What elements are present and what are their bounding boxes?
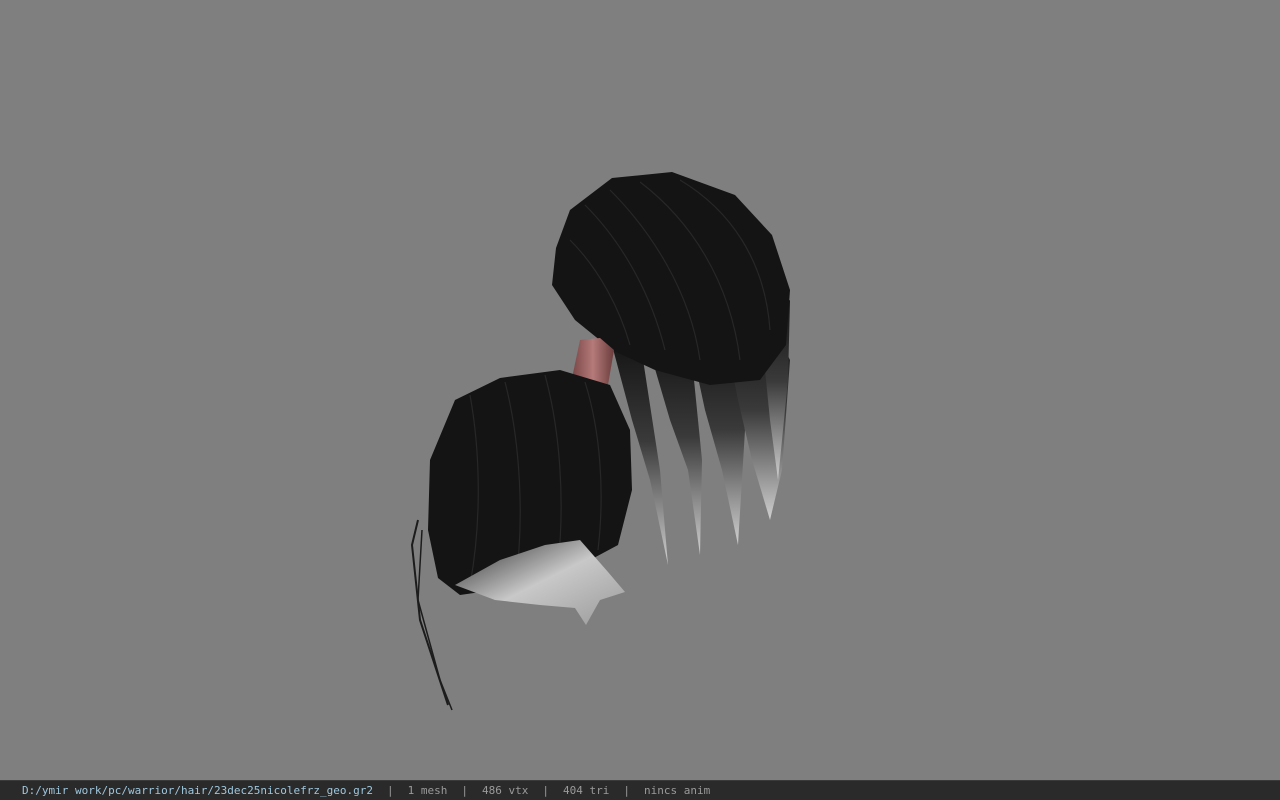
triangle-count: 404 tri xyxy=(562,783,610,797)
status-bar: D:/ymir work/pc/warrior/hair/23dec25nico… xyxy=(0,780,1280,800)
animation-status: nincs anim xyxy=(643,783,711,797)
separator: | xyxy=(387,783,394,797)
3d-viewport[interactable] xyxy=(0,0,1280,780)
hair-model xyxy=(410,172,790,711)
separator: | xyxy=(542,783,549,797)
separator: | xyxy=(623,783,630,797)
mesh-count: 1 mesh xyxy=(407,783,448,797)
separator: | xyxy=(461,783,468,797)
file-path: D:/ymir work/pc/warrior/hair/23dec25nico… xyxy=(22,783,373,797)
vertex-count: 486 vtx xyxy=(482,783,529,797)
